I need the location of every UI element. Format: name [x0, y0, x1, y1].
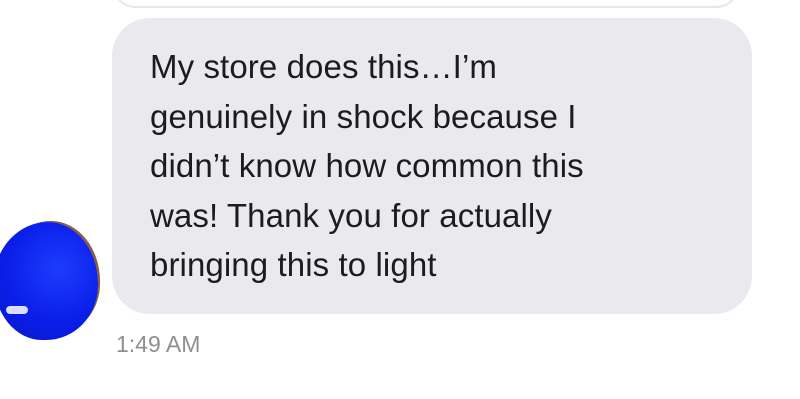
message-text: My store does this…I’m genuinely in shoc…: [150, 48, 584, 283]
sender-avatar[interactable]: [0, 222, 98, 340]
previous-message-bubble: [112, 0, 740, 8]
message-bubble[interactable]: My store does this…I’m genuinely in shoc…: [112, 18, 752, 314]
message-timestamp: 1:49 AM: [116, 331, 201, 357]
